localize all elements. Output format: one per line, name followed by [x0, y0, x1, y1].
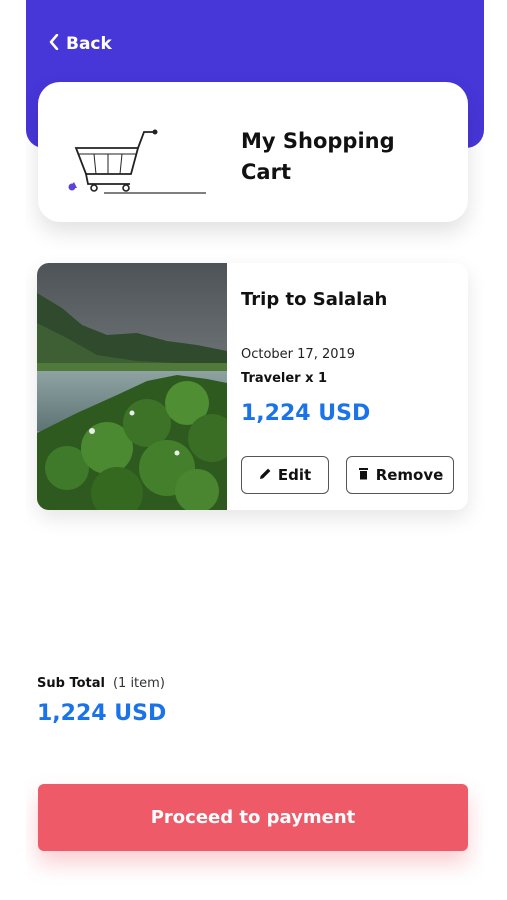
app-screen: Back My Shopping Cart Trip to Salalah Oc…	[26, 0, 484, 900]
remove-label: Remove	[375, 466, 444, 484]
edit-label: Edit	[277, 466, 312, 484]
shopping-cart-icon	[68, 129, 206, 194]
subtotal-label: Sub Total	[37, 676, 105, 691]
item-date: October 17, 2019	[241, 347, 356, 362]
pencil-icon	[259, 466, 272, 484]
item-travelers: Traveler x 1	[241, 371, 328, 386]
edit-button[interactable]: Edit	[241, 456, 329, 494]
subtotal-item-count: (1 item)	[112, 676, 165, 691]
item-price: 1,224 USD	[241, 401, 371, 426]
item-title: Trip to Salalah	[241, 289, 388, 310]
remove-button[interactable]: Remove	[346, 456, 454, 494]
cart-header-card: My Shopping Cart	[38, 82, 468, 222]
page-title-line-2: Cart	[241, 160, 291, 184]
back-button[interactable]: Back	[48, 30, 112, 58]
back-label: Back	[66, 34, 112, 54]
trip-photo	[37, 263, 227, 510]
trash-icon	[357, 466, 370, 484]
proceed-to-payment-button[interactable]: Proceed to payment	[38, 784, 468, 851]
page-title-line-1: My Shopping	[241, 129, 395, 153]
cart-item-card: Trip to Salalah October 17, 2019 Travele…	[37, 263, 468, 510]
subtotal-value: 1,224 USD	[37, 701, 167, 726]
page-title: My Shopping Cart	[241, 126, 431, 188]
subtotal-row: Sub Total (1 item)	[37, 676, 165, 691]
chevron-left-icon	[48, 33, 60, 55]
